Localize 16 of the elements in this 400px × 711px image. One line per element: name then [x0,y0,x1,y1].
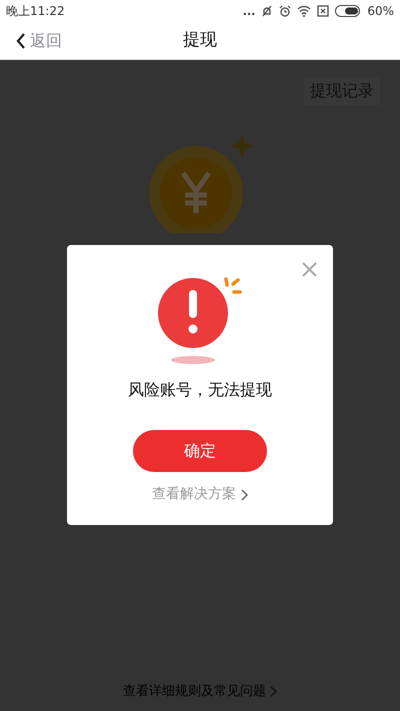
wifi-icon [297,5,312,17]
page-title: 提现 [183,28,217,52]
more-icon: ... [242,6,256,16]
alarm-icon [279,5,292,17]
back-chevron-icon [16,33,26,49]
dialog-message: 风险账号，无法提现 [128,379,272,401]
back-button[interactable]: 返回 [16,29,62,53]
confirm-button[interactable]: 确定 [133,430,267,472]
chevron-right-icon [241,488,248,500]
sim-off-icon [317,5,330,17]
battery-icon [335,5,362,17]
chevron-right-icon [270,686,277,697]
battery-percent: 60% [367,3,394,20]
status-time: 晚上11:22 [6,3,65,20]
bell-off-icon [261,5,274,17]
solution-link[interactable]: 查看解决方案 [152,484,248,505]
